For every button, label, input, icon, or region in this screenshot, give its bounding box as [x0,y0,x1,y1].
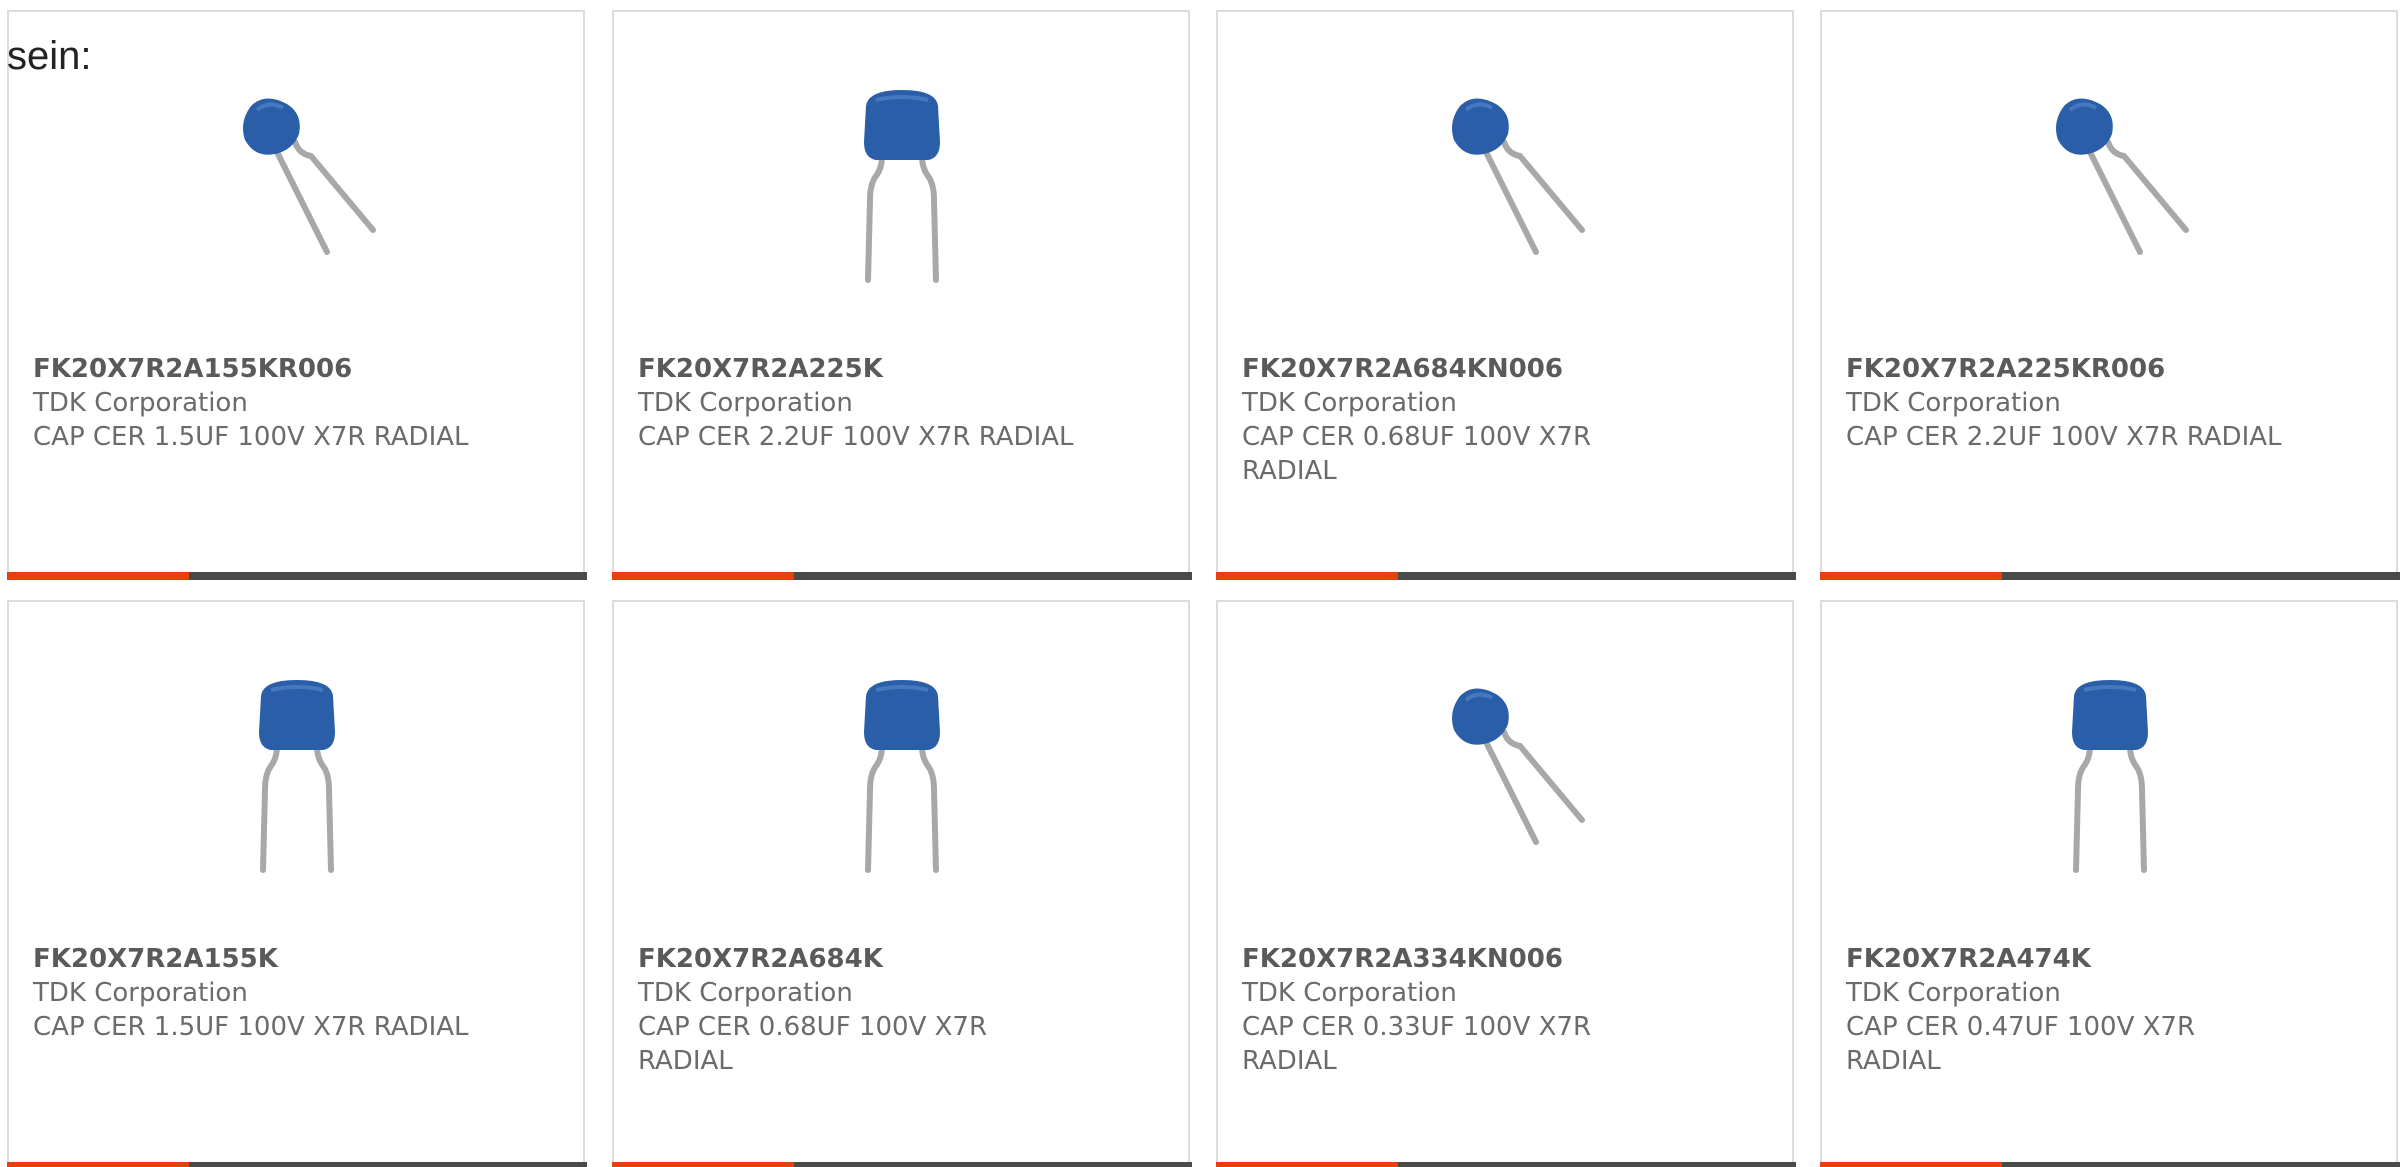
card-footer-bar [612,572,1192,580]
capacitor-upright-svg [2072,680,2148,873]
product-info: FK20X7R2A225KR006 TDK Corporation CAP CE… [1846,352,2286,454]
part-number-link[interactable]: FK20X7R2A225KR006 [1846,352,2286,386]
part-number-link[interactable]: FK20X7R2A474K [1846,942,2286,976]
manufacturer-name: TDK Corporation [1846,388,2061,418]
part-number-link[interactable]: FK20X7R2A684K [638,942,1078,976]
manufacturer-name: TDK Corporation [1242,978,1457,1008]
card-footer-bar [7,572,587,580]
card-footer-bar [1216,572,1796,580]
product-description: CAP CER 2.2UF 100V X7R RADIAL [1846,422,2282,452]
manufacturer-name: TDK Corporation [33,388,248,418]
capacitor-upright-icon[interactable] [800,84,1004,288]
card-footer-bar [1216,1162,1796,1167]
manufacturer-name: TDK Corporation [638,978,853,1008]
product-info: FK20X7R2A225K TDK Corporation CAP CER 2.… [638,352,1078,454]
capacitor-upright-svg [864,90,940,283]
manufacturer-name: TDK Corporation [33,978,248,1008]
product-description: CAP CER 1.5UF 100V X7R RADIAL [33,422,469,452]
product-description: CAP CER 0.68UF 100V X7R RADIAL [638,1012,988,1076]
card-footer-bar [612,1162,1192,1167]
part-number-link[interactable]: FK20X7R2A225K [638,352,1078,386]
card-accent-bar [1216,1162,1398,1167]
capacitor-tilted-icon[interactable] [1404,674,1608,878]
product-card[interactable]: FK20X7R2A684K TDK Corporation CAP CER 0.… [612,600,1192,1167]
capacitor-tilted-svg [243,98,376,255]
capacitor-tilted-icon[interactable] [1404,84,1608,288]
card-footer-bar [1820,1162,2400,1167]
intro-text: sein: [7,34,92,78]
product-description: CAP CER 0.33UF 100V X7R RADIAL [1242,1012,1592,1076]
capacitor-upright-icon[interactable] [195,674,399,878]
capacitor-upright-svg [864,680,940,873]
part-number-link[interactable]: FK20X7R2A155K [33,942,473,976]
manufacturer-name: TDK Corporation [1846,978,2061,1008]
product-info: FK20X7R2A684KN006 TDK Corporation CAP CE… [1242,352,1682,488]
part-number-link[interactable]: FK20X7R2A684KN006 [1242,352,1682,386]
capacitor-upright-icon[interactable] [800,674,1004,878]
product-info: FK20X7R2A334KN006 TDK Corporation CAP CE… [1242,942,1682,1078]
product-info: FK20X7R2A474K TDK Corporation CAP CER 0.… [1846,942,2286,1078]
product-card[interactable]: FK20X7R2A334KN006 TDK Corporation CAP CE… [1216,600,1796,1167]
capacitor-tilted-svg [1452,688,1585,845]
card-footer-bar [1820,572,2400,580]
product-card[interactable]: FK20X7R2A225KR006 TDK Corporation CAP CE… [1820,10,2400,580]
capacitor-tilted-svg [1452,98,1585,255]
part-number-link[interactable]: FK20X7R2A155KR006 [33,352,473,386]
card-accent-bar [612,572,794,580]
card-accent-bar [612,1162,794,1167]
product-info: FK20X7R2A155KR006 TDK Corporation CAP CE… [33,352,473,454]
manufacturer-name: TDK Corporation [638,388,853,418]
card-accent-bar [1820,572,2002,580]
product-description: CAP CER 0.68UF 100V X7R RADIAL [1242,422,1592,486]
capacitor-upright-svg [259,680,335,873]
product-description: CAP CER 2.2UF 100V X7R RADIAL [638,422,1074,452]
capacitor-tilted-icon[interactable] [2008,84,2212,288]
card-accent-bar [1820,1162,2002,1167]
product-card[interactable]: FK20X7R2A474K TDK Corporation CAP CER 0.… [1820,600,2400,1167]
product-card[interactable]: FK20X7R2A155K TDK Corporation CAP CER 1.… [7,600,587,1167]
product-card[interactable]: FK20X7R2A155KR006 TDK Corporation CAP CE… [7,10,587,580]
part-number-link[interactable]: FK20X7R2A334KN006 [1242,942,1682,976]
product-description: CAP CER 1.5UF 100V X7R RADIAL [33,1012,469,1042]
product-card[interactable]: FK20X7R2A684KN006 TDK Corporation CAP CE… [1216,10,1796,580]
card-accent-bar [7,572,189,580]
product-description: CAP CER 0.47UF 100V X7R RADIAL [1846,1012,2196,1076]
product-card[interactable]: FK20X7R2A225K TDK Corporation CAP CER 2.… [612,10,1192,580]
manufacturer-name: TDK Corporation [1242,388,1457,418]
capacitor-tilted-svg [2056,98,2189,255]
capacitor-tilted-icon[interactable] [195,84,399,288]
product-info: FK20X7R2A155K TDK Corporation CAP CER 1.… [33,942,473,1044]
capacitor-upright-icon[interactable] [2008,674,2212,878]
card-accent-bar [1216,572,1398,580]
card-footer-bar [7,1162,587,1167]
card-accent-bar [7,1162,189,1167]
product-info: FK20X7R2A684K TDK Corporation CAP CER 0.… [638,942,1078,1078]
